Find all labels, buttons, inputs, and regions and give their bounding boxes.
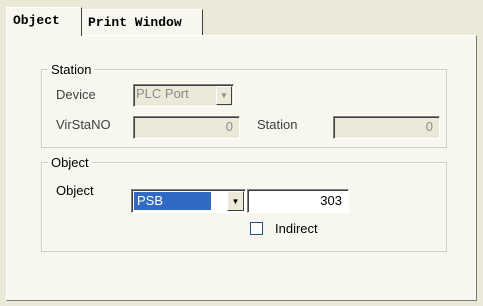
object-group-title: Object: [51, 155, 89, 170]
device-select[interactable]: PLC Port ▼: [133, 84, 234, 107]
indirect-checkbox[interactable]: [250, 222, 263, 235]
device-select-value: PLC Port: [136, 86, 189, 101]
indirect-label: Indirect: [275, 221, 318, 236]
tab-print-window[interactable]: Print Window: [81, 9, 203, 35]
station-field[interactable]: 0: [333, 116, 440, 139]
device-label: Device: [56, 87, 96, 102]
object-type-value: PSB: [134, 192, 211, 210]
object-type-select[interactable]: PSB ▼: [131, 189, 246, 213]
tab-print-window-label: Print Window: [88, 15, 182, 30]
device-dropdown-button[interactable]: ▼: [216, 86, 232, 105]
tab-object-label: Object: [13, 13, 60, 28]
object-label: Object: [56, 183, 94, 198]
station-group-title: Station: [51, 62, 92, 77]
chevron-down-icon: ▼: [220, 91, 228, 100]
station-label: Station: [257, 117, 298, 132]
tab-object[interactable]: Object: [6, 7, 82, 36]
chevron-down-icon: ▼: [231, 196, 240, 206]
virstano-label: VirStaNO: [56, 117, 111, 132]
object-address-field[interactable]: 303: [247, 189, 349, 213]
object-type-dropdown-button[interactable]: ▼: [227, 191, 244, 211]
virstano-field[interactable]: 0: [133, 116, 240, 139]
